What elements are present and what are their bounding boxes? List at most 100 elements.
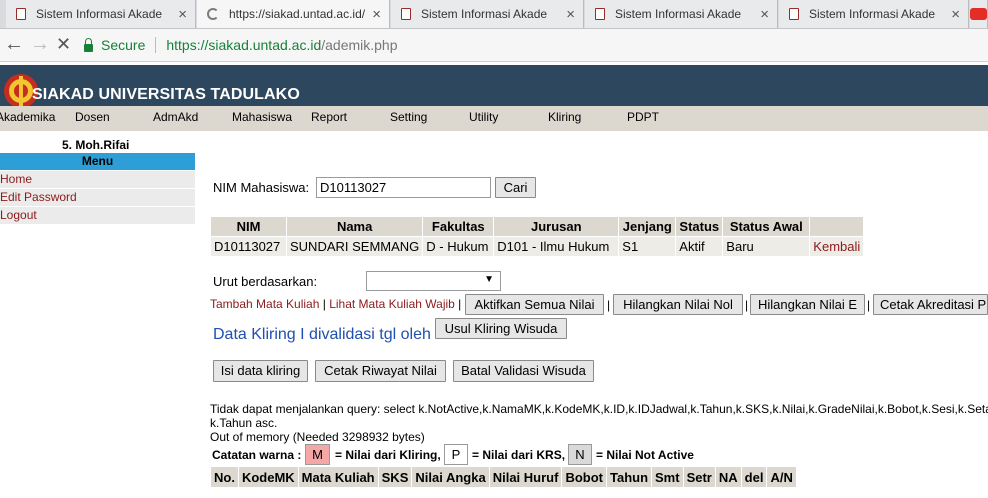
legend-text-krs: = Nilai dari KRS, <box>472 448 566 462</box>
browser-tab-6[interactable] <box>970 0 988 28</box>
menu-admakd[interactable]: AdmAkd <box>153 110 198 124</box>
col-del: del <box>740 466 768 488</box>
secure-label: Secure <box>101 37 146 53</box>
table-header-row: No. KodeMK Mata Kuliah SKS Nilai Angka N… <box>210 466 797 488</box>
col-status-awal: Status Awal <box>722 216 811 237</box>
nim-input[interactable] <box>316 177 491 198</box>
tab-title: https://siakad.untad.ac.id/ <box>229 7 366 21</box>
cell-jurusan: D101 - Ilmu Hukum <box>493 236 620 257</box>
tab-title: Sistem Informasi Akade <box>615 7 742 21</box>
col-nama: Nama <box>285 216 424 237</box>
cell-nama: SUNDARI SEMMANG <box>285 236 424 257</box>
col-no: No. <box>210 466 239 488</box>
lihat-mata-kuliah-wajib-link[interactable]: Lihat Mata Kuliah Wajib <box>329 297 455 311</box>
cell-status-awal: Baru <box>722 236 811 257</box>
tambah-mata-kuliah-link[interactable]: Tambah Mata Kuliah <box>210 297 319 311</box>
logged-in-user: 5. Moh.Rifai <box>62 138 130 152</box>
col-kodemk: KodeMK <box>237 466 299 488</box>
batal-validasi-wisuda-button[interactable]: Batal Validasi Wisuda <box>453 360 594 382</box>
sidebar-item-edit-password[interactable]: Edit Password <box>0 189 195 207</box>
loading-spinner-icon <box>207 8 219 20</box>
menu-utility[interactable]: Utility <box>469 110 498 124</box>
table-row: D10113027 SUNDARI SEMMANG D - Hukum D101… <box>210 236 865 257</box>
hilangkan-nilai-e-button[interactable]: Hilangkan Nilai E <box>750 294 865 315</box>
col-jenjang: Jenjang <box>618 216 677 237</box>
menu-kliring[interactable]: Kliring <box>548 110 581 124</box>
menu-setting[interactable]: Setting <box>390 110 427 124</box>
aktifkan-semua-nilai-button[interactable]: Aktifkan Semua Nilai <box>465 294 604 315</box>
legend-title: Catatan warna : <box>212 448 302 462</box>
browser-tab-5[interactable]: Sistem Informasi Akade × <box>779 0 969 28</box>
error-line: Tidak dapat menjalankan query: select k.… <box>210 402 988 416</box>
cari-button[interactable]: Cari <box>495 177 536 198</box>
menu-akademika[interactable]: Akademika <box>0 110 55 124</box>
stop-loading-icon[interactable]: ✕ <box>56 34 71 54</box>
menu-dosen[interactable]: Dosen <box>75 110 110 124</box>
col-mata-kuliah: Mata Kuliah <box>297 466 379 488</box>
omnibox-divider <box>155 37 157 53</box>
action-links: Tambah Mata Kuliah | Lihat Mata Kuliah W… <box>210 297 461 311</box>
legend-text-kliring: = Nilai dari Kliring, <box>335 448 441 462</box>
error-line: k.Tahun asc. <box>210 416 278 430</box>
dropdown-arrow-icon: ▼ <box>484 274 494 285</box>
col-nilai-huruf: Nilai Huruf <box>488 466 563 488</box>
error-line: Out of memory (Needed 3298932 bytes) <box>210 430 425 444</box>
site-title: SIAKAD UNIVERSITAS TADULAKO <box>32 86 300 103</box>
sidebar-item-home[interactable]: Home <box>0 171 195 189</box>
cell-status: Aktif <box>675 236 724 257</box>
cetak-akreditasi-button[interactable]: Cetak Akreditasi P <box>873 294 988 315</box>
url-host: https://siakad.untad.ac.id <box>166 37 322 53</box>
legend-swatch-krs: P <box>444 444 468 465</box>
col-action <box>809 216 865 237</box>
forward-arrow-icon[interactable]: → <box>30 34 50 54</box>
page-favicon-icon <box>401 8 411 20</box>
col-status: Status <box>675 216 724 237</box>
tab-title: Sistem Informasi Akade <box>809 7 936 21</box>
nilai-table: No. KodeMK Mata Kuliah SKS Nilai Angka N… <box>210 466 797 488</box>
address-bar: ← → ✕ Secure https://siakad.untad.ac.id /… <box>0 29 988 62</box>
menu-mahasiswa[interactable]: Mahasiswa <box>232 110 292 124</box>
tab-title: Sistem Informasi Akade <box>36 7 163 21</box>
close-tab-icon[interactable]: × <box>566 7 575 22</box>
lock-icon <box>84 38 93 52</box>
menu-pdpt[interactable]: PDPT <box>627 110 659 124</box>
isi-data-kliring-button[interactable]: Isi data kliring <box>213 360 308 382</box>
cetak-riwayat-nilai-button[interactable]: Cetak Riwayat Nilai <box>315 360 446 382</box>
sidebar-item-logout[interactable]: Logout <box>0 207 195 225</box>
page-favicon-icon <box>789 8 799 20</box>
query-error-message: Tidak dapat menjalankan query: select k.… <box>210 402 988 444</box>
browser-tab-3[interactable]: Sistem Informasi Akade × <box>391 0 584 28</box>
col-tahun: Tahun <box>605 466 653 488</box>
url-path: /ademik.php <box>321 37 398 53</box>
main-menu: Akademika Dosen AdmAkd Mahasiswa Report … <box>0 106 988 131</box>
close-tab-icon[interactable]: × <box>372 7 381 22</box>
cell-fakultas: D - Hukum <box>422 236 495 257</box>
browser-tab-2[interactable]: https://siakad.untad.ac.id/ × <box>197 0 390 28</box>
hilangkan-nilai-nol-button[interactable]: Hilangkan Nilai Nol <box>613 294 743 315</box>
col-setr: Setr <box>682 466 716 488</box>
menu-report[interactable]: Report <box>311 110 347 124</box>
legend-text-not-active: = Nilai Not Active <box>596 448 694 462</box>
browser-tab-4[interactable]: Sistem Informasi Akade × <box>585 0 778 28</box>
close-tab-icon[interactable]: × <box>951 7 960 22</box>
kembali-link[interactable]: Kembali <box>809 236 865 257</box>
browser-tab-1[interactable]: Sistem Informasi Akade × <box>6 0 196 28</box>
close-tab-icon[interactable]: × <box>178 7 187 22</box>
col-fakultas: Fakultas <box>422 216 495 237</box>
col-bobot: Bobot <box>561 466 607 488</box>
button-separator: | <box>867 298 871 312</box>
url-field[interactable]: Secure https://siakad.untad.ac.id/ademik… <box>84 33 988 57</box>
link-separator: | <box>458 297 462 311</box>
legend-swatch-kliring: M <box>305 444 330 465</box>
cell-jenjang: S1 <box>618 236 677 257</box>
col-sks: SKS <box>377 466 413 488</box>
sort-label: Urut berdasarkan: <box>213 274 318 289</box>
col-nilai-angka: Nilai Angka <box>411 466 490 488</box>
table-header-row: NIM Nama Fakultas Jurusan Jenjang Status… <box>210 216 865 237</box>
nim-label: NIM Mahasiswa: <box>213 180 310 195</box>
sort-select[interactable]: ▼ <box>366 271 501 291</box>
close-tab-icon[interactable]: × <box>760 7 769 22</box>
back-arrow-icon[interactable]: ← <box>4 34 24 54</box>
col-na: NA <box>714 466 742 488</box>
usul-kliring-wisuda-button[interactable]: Usul Kliring Wisuda <box>435 318 567 339</box>
